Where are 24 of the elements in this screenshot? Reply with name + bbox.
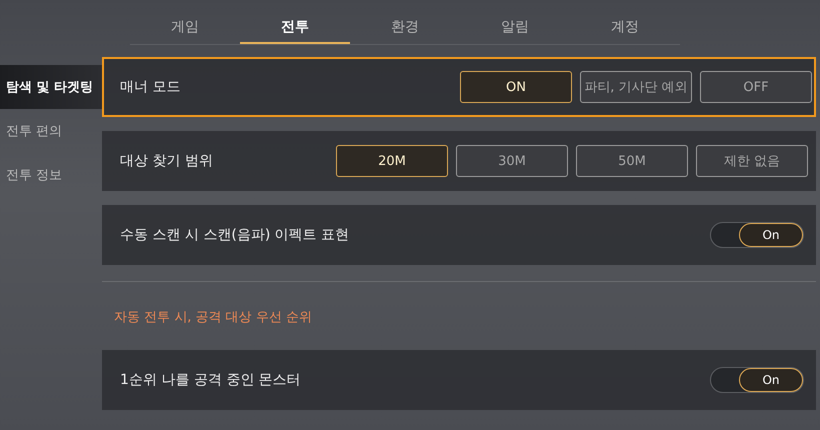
category-tab[interactable]: 알림 [460,0,570,44]
sidebar-item[interactable]: 탐색 및 타겟팅 [0,65,102,109]
toggle-switch[interactable]: On [710,367,804,393]
sidebar-item[interactable]: 전투 편의 [0,109,102,153]
option-button[interactable]: 제한 없음 [696,145,808,177]
category-tab[interactable]: 전투 [240,0,350,44]
option-button[interactable]: ON [460,71,572,103]
toggle-knob: On [739,368,803,392]
option-button[interactable]: 30M [456,145,568,177]
category-tab[interactable]: 게임 [130,0,240,44]
sidebar-item[interactable]: 전투 정보 [0,153,102,197]
category-tab[interactable]: 환경 [350,0,460,44]
toggle-knob: On [739,223,803,247]
setting-label: 1순위 나를 공격 중인 몬스터 [120,371,301,389]
setting-label: 대상 찾기 범위 [120,152,213,170]
category-tab[interactable]: 계정 [570,0,680,44]
option-button[interactable]: OFF [700,71,812,103]
setting-label: 매너 모드 [120,78,180,96]
option-button[interactable]: 파티, 기사단 예외 [580,71,692,103]
option-button[interactable]: 20M [336,145,448,177]
section-heading: 자동 전투 시, 공격 대상 우선 순위 [113,309,313,327]
toggle-switch[interactable]: On [710,222,804,248]
setting-label: 수동 스캔 시 스캔(음파) 이펙트 표현 [120,226,350,244]
option-button[interactable]: 50M [576,145,688,177]
